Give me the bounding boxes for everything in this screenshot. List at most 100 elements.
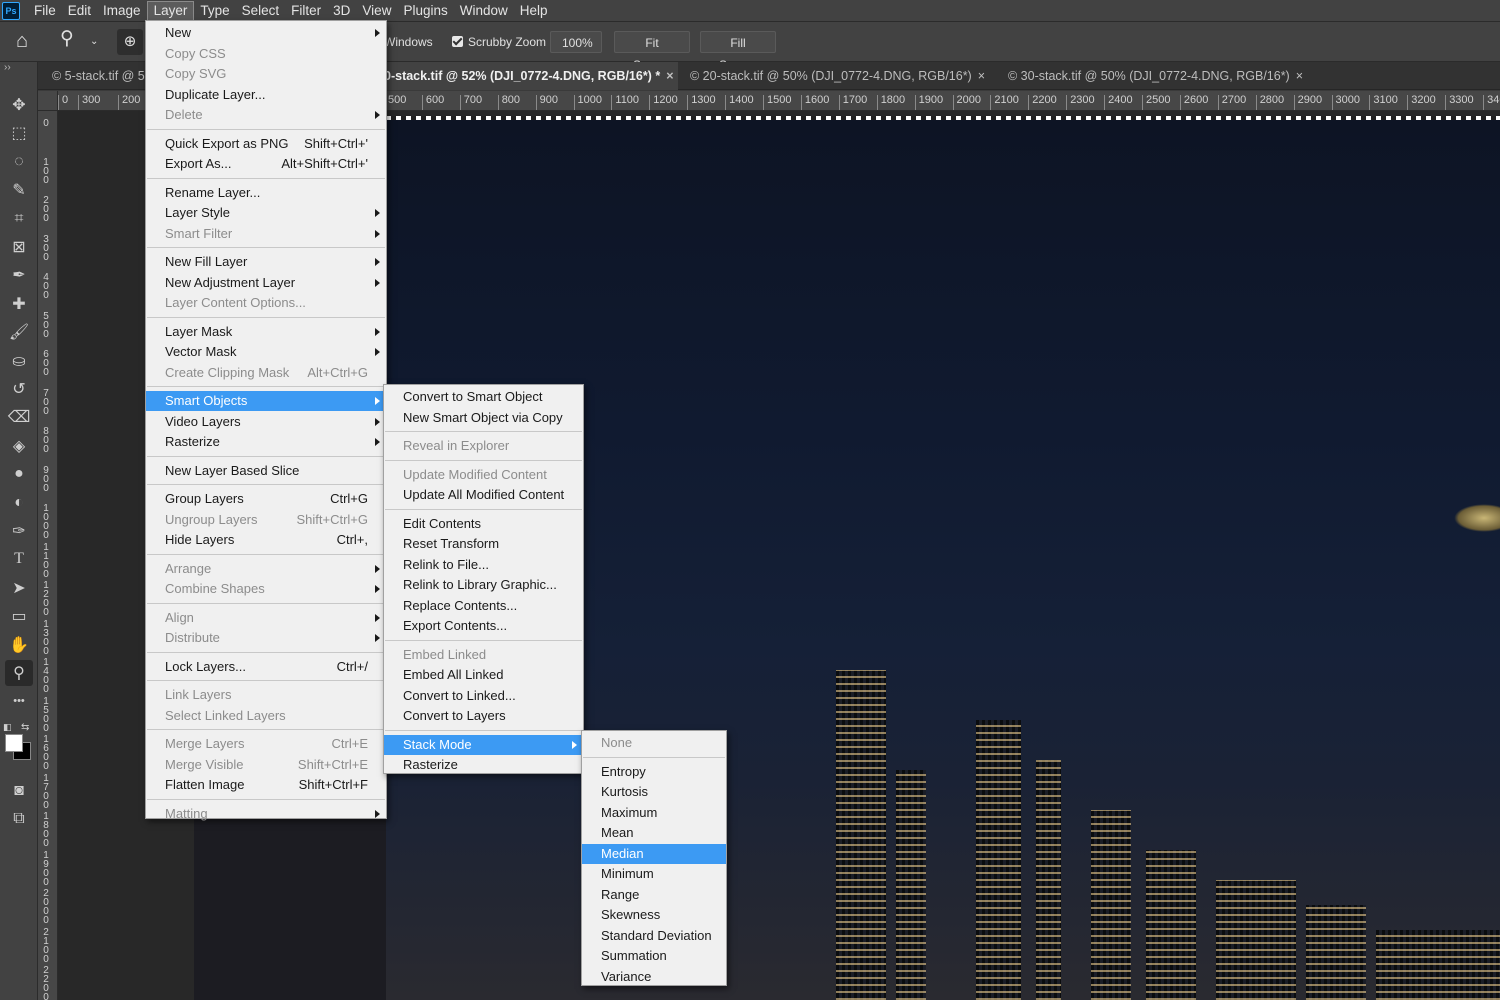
menu-item-create-clipping-mask[interactable]: Create Clipping Mask Alt+Ctrl+G [146, 363, 386, 383]
dodge-icon[interactable]: ◐ [5, 490, 33, 516]
zoom-tool-icon[interactable]: ⚲ [60, 28, 74, 50]
menu-item-standard-deviation[interactable]: Standard Deviation [582, 926, 726, 946]
resize-windows-option[interactable]: Windows [384, 31, 433, 53]
menu-item-hide-layers[interactable]: Hide Layers Ctrl+, [146, 530, 386, 550]
menu-item-new-smart-object-via-copy[interactable]: New Smart Object via Copy [384, 408, 583, 428]
history-brush-icon[interactable]: ↺ [5, 376, 33, 402]
menu-window[interactable]: Window [454, 1, 514, 21]
menu-3d[interactable]: 3D [327, 1, 356, 21]
menu-item-layer-content-options[interactable]: Layer Content Options... [146, 293, 386, 313]
menu-item-quick-export-as-png[interactable]: Quick Export as PNG Shift+Ctrl+' [146, 134, 386, 154]
menu-layer[interactable]: Layer [146, 0, 195, 21]
menu-item-summation[interactable]: Summation [582, 946, 726, 966]
default-colors-icon[interactable]: ◧ [3, 722, 12, 733]
document-tab[interactable]: © 20-stack.tif @ 50% (DJI_0772-4.DNG, RG… [682, 62, 992, 90]
close-icon[interactable]: × [978, 69, 985, 83]
menu-item-minimum[interactable]: Minimum [582, 864, 726, 884]
fit-screen-button[interactable]: Fit Screen [614, 31, 690, 72]
menu-item-video-layers[interactable]: Video Layers [146, 412, 386, 432]
menu-item-duplicate-layer[interactable]: Duplicate Layer... [146, 85, 386, 105]
vertical-ruler[interactable]: 0 100 200 300 400 500 600 700 800 900 1000 1100 1200… [38, 111, 58, 1000]
menu-item-convert-to-layers[interactable]: Convert to Layers [384, 706, 583, 726]
menu-item-merge-visible[interactable]: Merge Visible Shift+Ctrl+E [146, 755, 386, 775]
menu-item-smart-filter[interactable]: Smart Filter [146, 224, 386, 244]
eyedropper-icon[interactable]: ✒ [5, 262, 33, 288]
menu-item-skewness[interactable]: Skewness [582, 905, 726, 925]
document-tab[interactable]: © 30-stack.tif @ 50% (DJI_0772-4.DNG, RG… [1000, 62, 1310, 90]
marquee-icon[interactable]: ⬚ [5, 120, 33, 146]
menu-edit[interactable]: Edit [62, 1, 97, 21]
eraser-icon[interactable]: ⌫ [5, 404, 33, 430]
photoshop-logo[interactable]: Ps [0, 0, 22, 22]
menu-item-copy-css[interactable]: Copy CSS [146, 44, 386, 64]
menu-item-embed-linked[interactable]: Embed Linked [384, 645, 583, 665]
collapse-panel-icon[interactable]: ›› [4, 62, 11, 73]
menu-item-select-linked-layers[interactable]: Select Linked Layers [146, 706, 386, 726]
menu-item-matting[interactable]: Matting [146, 804, 386, 824]
move-icon[interactable]: ✥ [5, 92, 33, 118]
quick-select-icon[interactable]: ✎ [5, 177, 33, 203]
pen-icon[interactable]: ✑ [5, 518, 33, 544]
menu-view[interactable]: View [356, 1, 397, 21]
chevron-down-icon[interactable]: ⌄ [90, 31, 98, 53]
menu-item-new-adjustment-layer[interactable]: New Adjustment Layer [146, 273, 386, 293]
menu-item-link-layers[interactable]: Link Layers [146, 685, 386, 705]
color-swatches[interactable]: ◧ ⇆ [3, 722, 33, 766]
fill-screen-button[interactable]: Fill Screen [700, 31, 776, 72]
menu-item-embed-all-linked[interactable]: Embed All Linked [384, 665, 583, 685]
menu-item-variance[interactable]: Variance [582, 967, 726, 987]
menu-item-layer-mask[interactable]: Layer Mask [146, 322, 386, 342]
brush-icon[interactable]: 🖌 [5, 319, 33, 345]
menu-item-maximum[interactable]: Maximum [582, 803, 726, 823]
hand-icon[interactable]: ✋ [5, 632, 33, 658]
menu-item-combine-shapes[interactable]: Combine Shapes [146, 579, 386, 599]
menu-item-distribute[interactable]: Distribute [146, 628, 386, 648]
menu-item-convert-to-smart-object[interactable]: Convert to Smart Object [384, 387, 583, 407]
menu-item-rename-layer[interactable]: Rename Layer... [146, 183, 386, 203]
menu-filter[interactable]: Filter [285, 1, 327, 21]
menu-item-edit-contents[interactable]: Edit Contents [384, 514, 583, 534]
foreground-color-swatch[interactable] [5, 734, 23, 752]
menu-item-ungroup-layers[interactable]: Ungroup Layers Shift+Ctrl+G [146, 510, 386, 530]
menu-item-reveal-in-explorer[interactable]: Reveal in Explorer [384, 436, 583, 456]
menu-item-group-layers[interactable]: Group Layers Ctrl+G [146, 489, 386, 509]
crop-icon[interactable]: ⌗ [5, 206, 33, 232]
bucket-icon[interactable]: ◈ [5, 433, 33, 459]
path-select-icon[interactable]: ➤ [5, 575, 33, 601]
menu-item-smart-objects[interactable]: Smart Objects [146, 391, 386, 411]
menu-item-rasterize[interactable]: Rasterize [146, 432, 386, 452]
menu-item-relink-to-file[interactable]: Relink to File... [384, 555, 583, 575]
zoom-icon[interactable]: ⚲ [5, 660, 33, 686]
close-icon[interactable]: × [666, 69, 673, 83]
menu-item-vector-mask[interactable]: Vector Mask [146, 342, 386, 362]
menu-item-median[interactable]: Median [582, 843, 726, 864]
menu-item-layer-style[interactable]: Layer Style [146, 203, 386, 223]
document-tab-active[interactable]: 0-stack.tif @ 52% (DJI_0772-4.DNG, RGB/1… [378, 62, 678, 90]
blur-icon[interactable]: ● [5, 461, 33, 487]
zoom-percent-button[interactable]: 100% [550, 31, 602, 53]
menu-item-mean[interactable]: Mean [582, 823, 726, 843]
swap-colors-icon[interactable]: ⇆ [21, 722, 29, 733]
stamp-icon[interactable]: ⛀ [5, 348, 33, 374]
menu-item-entropy[interactable]: Entropy [582, 762, 726, 782]
menu-item-arrange[interactable]: Arrange [146, 559, 386, 579]
menu-item-new[interactable]: New [146, 23, 386, 43]
menu-item-kurtosis[interactable]: Kurtosis [582, 782, 726, 802]
zoom-in-icon[interactable]: ⊕ [117, 29, 143, 55]
menu-item-stack-mode[interactable]: Stack Mode [384, 734, 583, 755]
menu-item-merge-layers[interactable]: Merge Layers Ctrl+E [146, 734, 386, 754]
type-icon[interactable]: T [5, 546, 33, 572]
lasso-icon[interactable]: ◌ [5, 149, 33, 175]
scrubby-zoom-checkbox[interactable]: Scrubby Zoom [452, 31, 546, 53]
menu-image[interactable]: Image [97, 1, 147, 21]
menu-item-new-layer-based-slice[interactable]: New Layer Based Slice [146, 461, 386, 481]
menu-plugins[interactable]: Plugins [397, 1, 453, 21]
document-tab[interactable]: © 5-stack.tif @ 5 [44, 62, 154, 90]
menu-item-convert-to-linked[interactable]: Convert to Linked... [384, 686, 583, 706]
healing-icon[interactable]: ✚ [5, 291, 33, 317]
menu-item-export-contents[interactable]: Export Contents... [384, 616, 583, 636]
menu-item-rasterize[interactable]: Rasterize [384, 755, 583, 775]
more-icon[interactable]: ••• [5, 688, 33, 714]
menu-item-reset-transform[interactable]: Reset Transform [384, 534, 583, 554]
menu-type[interactable]: Type [194, 1, 235, 21]
